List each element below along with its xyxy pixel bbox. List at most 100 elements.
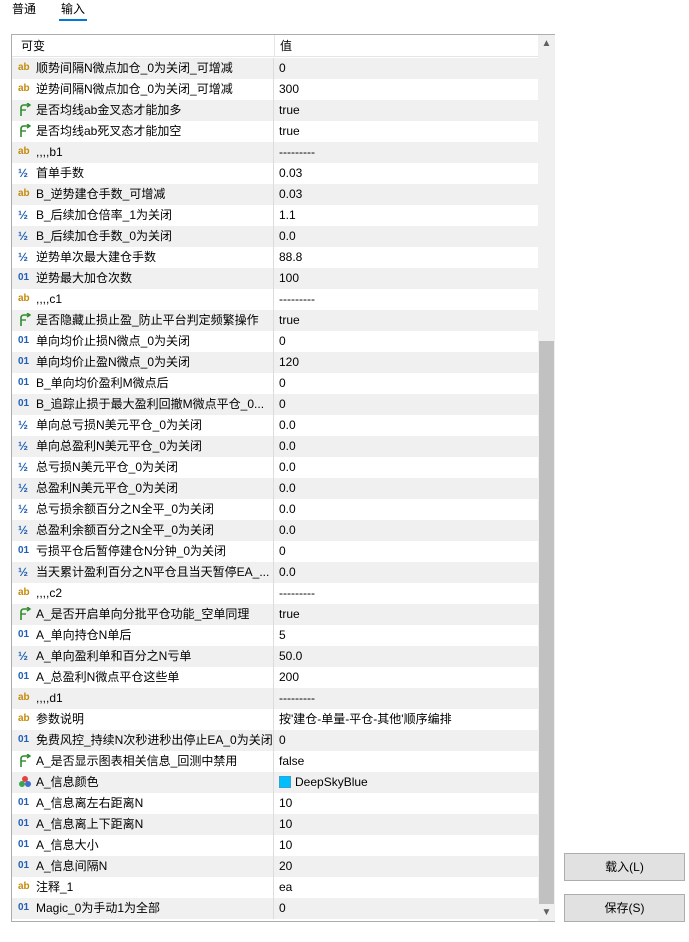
scroll-thumb[interactable] bbox=[539, 341, 554, 904]
param-name-cell[interactable]: 01 A_信息离左右距离N bbox=[12, 793, 274, 814]
param-value-cell[interactable]: 0.0 bbox=[279, 499, 296, 520]
param-value-cell[interactable]: 0.0 bbox=[279, 520, 296, 541]
param-name-cell[interactable]: ½ 当天累计盈利百分之N平仓且当天暂停EA_... bbox=[12, 562, 274, 583]
scroll-down-icon[interactable]: ▼ bbox=[538, 904, 555, 921]
param-value-cell[interactable]: 0 bbox=[279, 898, 286, 919]
table-row[interactable]: 01 B_追踪止损于最大盈利回撤M微点平仓_0... 0 bbox=[12, 394, 538, 415]
table-row[interactable]: ½ 总亏损余额百分之N全平_0为关闭 0.0 bbox=[12, 499, 538, 520]
param-value-cell[interactable]: 10 bbox=[279, 814, 292, 835]
table-row[interactable]: ½ 单向总亏损N美元平仓_0为关闭 0.0 bbox=[12, 415, 538, 436]
table-row[interactable]: ½ 单向总盈利N美元平仓_0为关闭 0.0 bbox=[12, 436, 538, 457]
param-value-cell[interactable]: 0.0 bbox=[279, 436, 296, 457]
table-row[interactable]: ½ 首单手数 0.03 bbox=[12, 163, 538, 184]
param-name-cell[interactable]: 01 A_单向持仓N单后 bbox=[12, 625, 274, 646]
table-row[interactable]: A_是否显示图表相关信息_回测中禁用 false bbox=[12, 751, 538, 772]
param-name-cell[interactable]: ½ 逆势单次最大建仓手数 bbox=[12, 247, 274, 268]
param-name-cell[interactable]: 01 Magic_0为手动1为全部 bbox=[12, 898, 274, 919]
param-name-cell[interactable]: 01 B_单向均价盈利M微点后 bbox=[12, 373, 274, 394]
param-value-cell[interactable]: 0 bbox=[279, 394, 286, 415]
param-name-cell[interactable]: ab 顺势间隔N微点加仓_0为关闭_可增减 bbox=[12, 58, 274, 79]
param-value-cell[interactable]: 0.03 bbox=[279, 184, 302, 205]
table-row[interactable]: ab ,,,,d1 --------- bbox=[12, 688, 538, 709]
tab-inputs[interactable]: 输入 bbox=[59, 0, 88, 21]
param-name-cell[interactable]: ½ 总盈利余额百分之N全平_0为关闭 bbox=[12, 520, 274, 541]
table-row[interactable]: 01 B_单向均价盈利M微点后 0 bbox=[12, 373, 538, 394]
table-row[interactable]: 01 Magic_0为手动1为全部 0 bbox=[12, 898, 538, 919]
table-row[interactable]: ½ 总盈利余额百分之N全平_0为关闭 0.0 bbox=[12, 520, 538, 541]
param-value-cell[interactable]: --------- bbox=[279, 583, 315, 604]
param-value-cell[interactable]: 5 bbox=[279, 625, 286, 646]
param-value-cell[interactable]: 0.0 bbox=[279, 478, 296, 499]
table-row[interactable]: 01 A_总盈利N微点平仓这些单 200 bbox=[12, 667, 538, 688]
param-value-cell[interactable]: ea bbox=[279, 877, 292, 898]
param-value-cell[interactable]: true bbox=[279, 100, 300, 121]
param-name-cell[interactable]: 01 A_信息间隔N bbox=[12, 856, 274, 877]
param-value-cell[interactable]: false bbox=[279, 751, 304, 772]
table-row[interactable]: 01 A_信息大小 10 bbox=[12, 835, 538, 856]
param-value-cell[interactable]: 0.0 bbox=[279, 415, 296, 436]
param-value-cell[interactable]: 120 bbox=[279, 352, 299, 373]
table-row[interactable]: ab 参数说明 按'建仓-单量-平仓-其他'顺序编排 bbox=[12, 709, 538, 730]
param-value-cell[interactable]: 300 bbox=[279, 79, 299, 100]
table-row[interactable]: ½ B_后续加仓倍率_1为关闭 1.1 bbox=[12, 205, 538, 226]
param-name-cell[interactable]: 是否均线ab死叉态才能加空 bbox=[12, 121, 274, 142]
param-name-cell[interactable]: ab ,,,,b1 bbox=[12, 142, 274, 163]
param-name-cell[interactable]: A_是否显示图表相关信息_回测中禁用 bbox=[12, 751, 274, 772]
table-row[interactable]: ½ B_后续加仓手数_0为关闭 0.0 bbox=[12, 226, 538, 247]
load-button[interactable]: 载入(L) bbox=[564, 853, 685, 881]
tab-common[interactable]: 普通 bbox=[12, 0, 36, 18]
vertical-scrollbar[interactable]: ▲ ▼ bbox=[538, 35, 555, 921]
param-name-cell[interactable]: ½ 单向总盈利N美元平仓_0为关闭 bbox=[12, 436, 274, 457]
param-name-cell[interactable]: 01 A_总盈利N微点平仓这些单 bbox=[12, 667, 274, 688]
table-row[interactable]: 01 A_单向持仓N单后 5 bbox=[12, 625, 538, 646]
table-row[interactable]: ½ A_单向盈利单和百分之N亏单 50.0 bbox=[12, 646, 538, 667]
param-value-cell[interactable]: true bbox=[279, 604, 300, 625]
table-row[interactable]: 是否均线ab金叉态才能加多 true bbox=[12, 100, 538, 121]
param-name-cell[interactable]: 是否隐藏止损止盈_防止平台判定频繁操作 bbox=[12, 310, 274, 331]
table-row[interactable]: ab ,,,,c2 --------- bbox=[12, 583, 538, 604]
param-value-cell[interactable]: 10 bbox=[279, 835, 292, 856]
param-value-cell[interactable]: 50.0 bbox=[279, 646, 302, 667]
param-name-cell[interactable]: 01 B_追踪止损于最大盈利回撤M微点平仓_0... bbox=[12, 394, 274, 415]
table-row[interactable]: 01 单向均价止盈N微点_0为关闭 120 bbox=[12, 352, 538, 373]
table-row[interactable]: ab ,,,,c1 --------- bbox=[12, 289, 538, 310]
param-value-cell[interactable]: 0.0 bbox=[279, 226, 296, 247]
param-name-cell[interactable]: 01 单向均价止盈N微点_0为关闭 bbox=[12, 352, 274, 373]
table-row[interactable]: 01 免费风控_持续N次秒进秒出停止EA_0为关闭 0 bbox=[12, 730, 538, 751]
param-value-cell[interactable]: --------- bbox=[279, 142, 315, 163]
param-name-cell[interactable]: ½ B_后续加仓倍率_1为关闭 bbox=[12, 205, 274, 226]
table-row[interactable]: 01 逆势最大加仓次数 100 bbox=[12, 268, 538, 289]
column-header-value[interactable]: 值 bbox=[280, 35, 292, 57]
param-name-cell[interactable]: ab ,,,,c2 bbox=[12, 583, 274, 604]
param-name-cell[interactable]: ½ 总亏损余额百分之N全平_0为关闭 bbox=[12, 499, 274, 520]
param-value-cell[interactable]: --------- bbox=[279, 688, 315, 709]
table-row[interactable]: A_信息颜色 DeepSkyBlue bbox=[12, 772, 538, 793]
param-name-cell[interactable]: ab 注释_1 bbox=[12, 877, 274, 898]
table-row[interactable]: ab 逆势间隔N微点加仓_0为关闭_可增减 300 bbox=[12, 79, 538, 100]
param-name-cell[interactable]: ½ 总亏损N美元平仓_0为关闭 bbox=[12, 457, 274, 478]
param-value-cell[interactable]: 20 bbox=[279, 856, 292, 877]
param-name-cell[interactable]: 01 逆势最大加仓次数 bbox=[12, 268, 274, 289]
table-row[interactable]: 01 A_信息间隔N 20 bbox=[12, 856, 538, 877]
param-name-cell[interactable]: 01 A_信息离上下距离N bbox=[12, 814, 274, 835]
table-row[interactable]: 01 A_信息离上下距离N 10 bbox=[12, 814, 538, 835]
param-name-cell[interactable]: ½ B_后续加仓手数_0为关闭 bbox=[12, 226, 274, 247]
param-value-cell[interactable]: 100 bbox=[279, 268, 299, 289]
table-row[interactable]: ½ 逆势单次最大建仓手数 88.8 bbox=[12, 247, 538, 268]
table-row[interactable]: A_是否开启单向分批平仓功能_空单同理 true bbox=[12, 604, 538, 625]
param-value-cell[interactable]: true bbox=[279, 121, 300, 142]
param-value-cell[interactable]: true bbox=[279, 310, 300, 331]
param-name-cell[interactable]: ab 逆势间隔N微点加仓_0为关闭_可增减 bbox=[12, 79, 274, 100]
table-row[interactable]: ½ 当天累计盈利百分之N平仓且当天暂停EA_... 0.0 bbox=[12, 562, 538, 583]
param-name-cell[interactable]: ½ 单向总亏损N美元平仓_0为关闭 bbox=[12, 415, 274, 436]
param-value-cell[interactable]: 88.8 bbox=[279, 247, 302, 268]
param-name-cell[interactable]: ab ,,,,d1 bbox=[12, 688, 274, 709]
param-name-cell[interactable]: 01 免费风控_持续N次秒进秒出停止EA_0为关闭 bbox=[12, 730, 274, 751]
column-separator[interactable] bbox=[274, 35, 275, 57]
param-value-cell[interactable]: 0 bbox=[279, 730, 286, 751]
param-value-cell[interactable]: 0 bbox=[279, 58, 286, 79]
table-row[interactable]: ab 顺势间隔N微点加仓_0为关闭_可增减 0 bbox=[12, 58, 538, 79]
table-row[interactable]: 01 A_信息离左右距离N 10 bbox=[12, 793, 538, 814]
table-row[interactable]: ab ,,,,b1 --------- bbox=[12, 142, 538, 163]
param-value-cell[interactable]: 0.03 bbox=[279, 163, 302, 184]
